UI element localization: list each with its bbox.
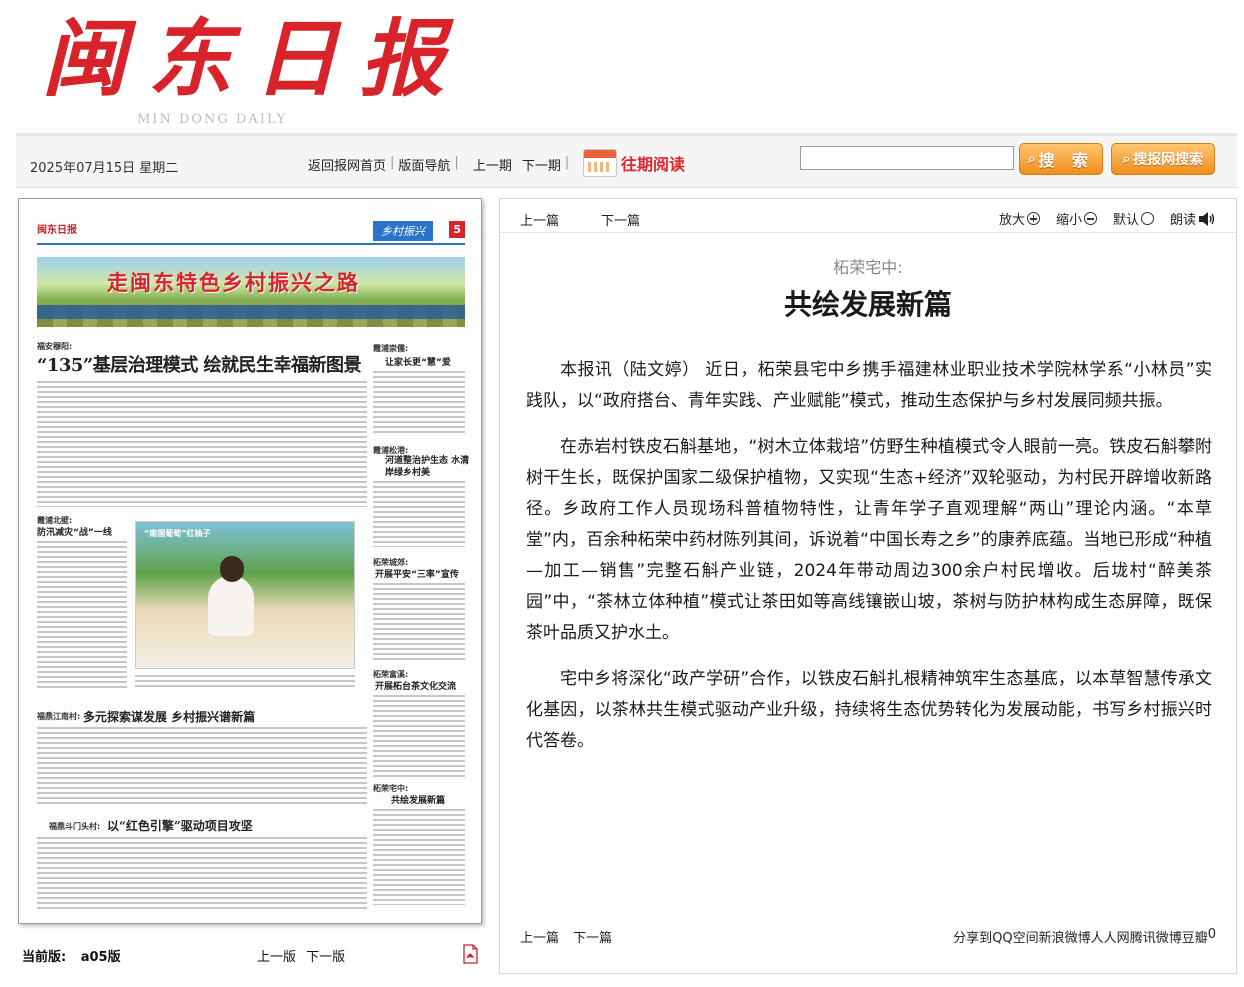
story-headline[interactable]: 共绘发展新篇 — [391, 793, 445, 806]
share-bar: 分享到 QQ空间 新浪微博 人人网 腾讯微博 豆瓣 0 — [953, 927, 1216, 946]
share-count: 0 — [1207, 927, 1216, 942]
search-button-label: 搜 索 — [1038, 151, 1094, 170]
prev-article-link[interactable]: 上一篇 — [520, 210, 559, 229]
news-photo[interactable]: “南国葡萄”红柚子 — [135, 521, 355, 669]
current-edition-label: 当前版: — [22, 950, 67, 965]
story-kicker: 霞浦崇儒: — [373, 344, 409, 353]
newspaper-logo-english: MIN DONG DAILY — [137, 112, 288, 127]
share-qzone-link[interactable]: QQ空间 — [992, 927, 1038, 946]
zoom-out-button[interactable]: 缩小 — [1056, 209, 1097, 228]
story-headline[interactable]: 开展柘台茶文化交流 — [375, 679, 456, 692]
separator: | — [454, 155, 459, 170]
next-page-link[interactable]: 下一版 — [306, 950, 345, 965]
story-text-block — [373, 583, 465, 663]
story-kicker: 福鼎斗门头村: — [49, 822, 101, 831]
mini-logo: 闽东日报 — [37, 225, 77, 236]
banner-strip — [37, 305, 465, 319]
masthead: 闽东日报 MIN DONG DAILY — [0, 0, 1244, 136]
story-headline[interactable]: 以“红色引擎”驱动项目攻坚 — [107, 817, 253, 834]
minus-circle-icon — [1083, 212, 1097, 225]
zoom-out-label: 缩小 — [1055, 213, 1082, 228]
banner-title: 走闽东特色乡村振兴之路 — [107, 271, 360, 295]
speaker-icon — [1199, 211, 1215, 226]
story-headline[interactable]: 多元探索谋发展 乡村振兴谱新篇 — [83, 708, 255, 725]
article-prev-next: 上一篇 下一篇 — [520, 210, 640, 229]
story-headline[interactable]: 开展平安“三率”宣传 — [375, 567, 459, 580]
issue-date: 2025年07月15日 星期二 — [30, 161, 179, 176]
separator: | — [390, 155, 395, 170]
article-body: 本报讯（陆文婷） 近日，柘荣县宅中乡携手福建林业职业技术学院林学系“小林员”实践… — [526, 355, 1212, 772]
home-link[interactable]: 返回报网首页 — [308, 155, 386, 174]
zoom-in-button[interactable]: 放大 — [999, 209, 1040, 228]
past-reading-label: 往期阅读 — [621, 155, 686, 174]
story-headline[interactable]: 让家长更“慧”爱 — [385, 355, 451, 368]
story-text-block — [37, 727, 367, 807]
article-toolbar: 上一篇 下一篇 放大 缩小 默认 朗读 — [500, 199, 1236, 233]
search-icon: ⌕ — [1028, 151, 1036, 167]
article-paragraph: 宅中乡将深化“政产学研”合作，以铁皮石斛扎根精神筑牢生态基底，以本草智慧传承文化… — [526, 669, 1212, 751]
share-label: 分享到 — [953, 931, 993, 946]
zoom-in-label: 放大 — [998, 213, 1025, 228]
reading-tools: 放大 缩小 默认 朗读 — [999, 209, 1216, 228]
article-kicker: 柘荣宅中: — [833, 258, 903, 277]
search-input[interactable] — [800, 146, 1014, 170]
share-tencent-weibo-link[interactable]: 腾讯微博 — [1130, 927, 1182, 946]
circle-icon — [1140, 212, 1154, 225]
article-bottom-nav: 上一篇 下一篇 — [520, 927, 612, 946]
search-icon: ⌕ — [1122, 151, 1131, 167]
story-text-block — [373, 371, 465, 435]
story-text-block — [373, 481, 465, 547]
story-text-block — [37, 381, 367, 507]
past-reading-link[interactable]: 往期阅读 — [583, 148, 685, 178]
story-headline[interactable]: 防汛减灾“战”一线 — [37, 525, 112, 538]
story-text-block — [37, 541, 127, 691]
article-title: 共绘发展新篇 — [783, 288, 952, 321]
current-edition-value: a05版 — [80, 950, 121, 965]
story-headline[interactable]: 河道整治护生态 水清岸绿乡村美 — [385, 455, 471, 479]
story-kicker: 福鼎江南村: — [37, 712, 81, 721]
story-text-block — [37, 837, 367, 911]
prev-issue-link[interactable]: 上一期 — [473, 155, 512, 174]
prev-article-link[interactable]: 上一篇 — [520, 927, 559, 946]
default-size-button[interactable]: 默认 — [1113, 209, 1154, 228]
search-button[interactable]: ⌕ 搜 索 — [1019, 143, 1103, 175]
edition-tag: 乡村振兴 — [373, 221, 433, 241]
article-paragraph: 本报讯（陆文婷） 近日，柘荣县宅中乡携手福建林业职业技术学院林学系“小林员”实践… — [526, 360, 1212, 411]
share-renren-link[interactable]: 人人网 — [1091, 927, 1130, 946]
net-search-button[interactable]: ⌕ 搜报网搜索 — [1111, 143, 1215, 175]
article-panel: 上一篇 下一篇 放大 缩小 默认 朗读 柘荣宅中: 共绘发展新篇 本报讯（陆文婷… — [499, 198, 1237, 974]
calendar-icon — [583, 149, 617, 177]
story-text-block — [135, 675, 355, 689]
story-text-block — [373, 809, 465, 905]
story-headline[interactable]: “135”基层治理模式 绘就民生幸福新图景 — [37, 351, 362, 377]
read-aloud-label: 朗读 — [1169, 213, 1196, 228]
top-nav-bar: 2025年07月15日 星期二 返回报网首页 | 版面导航 | 上一期 下一期 … — [16, 136, 1237, 188]
prev-page-link[interactable]: 上一版 — [257, 950, 296, 965]
page-header: 闽东日报 乡村振兴 5 — [37, 221, 465, 241]
next-article-link[interactable]: 下一篇 — [601, 210, 640, 229]
photo-caption: “南国葡萄”红柚子 — [144, 529, 211, 538]
plus-circle-icon — [1026, 212, 1040, 225]
share-douban-link[interactable]: 豆瓣 — [1182, 927, 1208, 946]
current-edition: 当前版: a05版 — [22, 946, 121, 965]
edition-nav: 上一版 下一版 — [257, 946, 345, 965]
nav-links: 返回报网首页 | 版面导航 | 上一期 下一期 | — [308, 155, 573, 174]
newspaper-page-thumbnail[interactable]: 闽东日报 乡村振兴 5 走闽东特色乡村振兴之路 福安穆阳: “135”基层治理模… — [18, 198, 482, 924]
pdf-icon[interactable] — [460, 944, 480, 964]
read-aloud-button[interactable]: 朗读 — [1170, 209, 1216, 228]
share-weibo-link[interactable]: 新浪微博 — [1039, 927, 1091, 946]
page-number: 5 — [449, 221, 465, 238]
separator: | — [564, 155, 570, 170]
newspaper-logo[interactable]: 闽东日报 — [42, 4, 466, 114]
next-article-link[interactable]: 下一篇 — [573, 927, 612, 946]
article-paragraph: 在赤岩村铁皮石斛基地，“树木立体栽培”仿野生种植模式令人眼前一亮。铁皮石斛攀附树… — [526, 437, 1212, 643]
story-text-block — [373, 695, 465, 777]
next-issue-link[interactable]: 下一期 — [522, 155, 561, 174]
page-rule — [37, 243, 465, 245]
default-size-label: 默认 — [1112, 213, 1139, 228]
net-search-button-label: 搜报网搜索 — [1133, 152, 1204, 168]
layout-nav-link[interactable]: 版面导航 — [398, 155, 450, 174]
